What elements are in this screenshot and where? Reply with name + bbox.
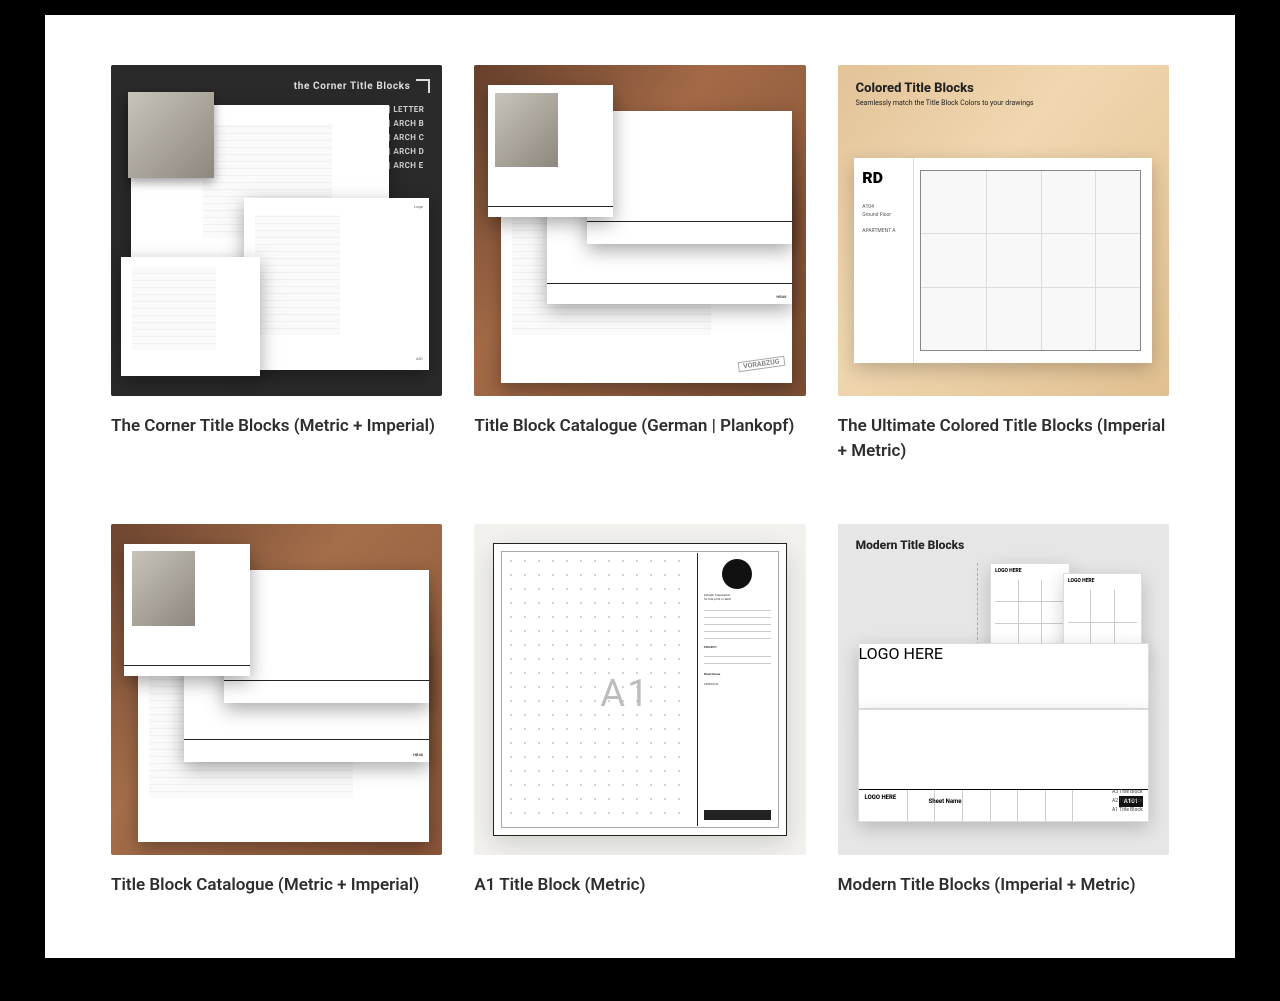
sheet-preview-large: LOGO HERE Sheet Name A101 [858, 709, 1150, 822]
sheet-preview [121, 257, 260, 376]
logo-placeholder-text: LOGO HERE [859, 644, 943, 663]
sheet-preview: RD A104 Ground Floor APARTMENT A [854, 158, 1152, 363]
section-label: APPROVAL [704, 682, 771, 686]
sheet-preview-mid: LOGO HERE [858, 643, 1150, 709]
product-thumbnail[interactable]: PLACE YOUR LOGO HERE HB48 [111, 524, 442, 855]
product-grid-page: the Corner Title Blocks A4 | LETTER A3 |… [45, 15, 1235, 958]
product-grid: the Corner Title Blocks A4 | LETTER A3 |… [111, 65, 1169, 898]
logo-placeholder-text: LOGO HERE [1064, 574, 1142, 588]
legend-item: A1 Title Block [1112, 806, 1143, 815]
logo-placeholder-text: LOGO HERE [865, 794, 897, 801]
overlay-heading: the Corner Title Blocks [294, 79, 431, 93]
sheet-preview [124, 544, 250, 677]
logo-placeholder-text: LOGO HERE [991, 564, 1069, 578]
overlay-heading: Colored Title Blocks Seamlessly match th… [856, 81, 1034, 107]
overlay-heading: Modern Title Blocks [856, 538, 965, 552]
sheet-preview: A1 InDepth Preparationfor that print or … [494, 544, 786, 836]
product-title[interactable]: Title Block Catalogue (German | Plankopf… [474, 414, 805, 439]
product-title[interactable]: Title Block Catalogue (Metric + Imperial… [111, 873, 442, 898]
paper-size-label: A1 [600, 672, 650, 716]
product-card[interactable]: Modern Title Blocks LOGO HERE LOGO HERE … [838, 524, 1169, 898]
product-card[interactable]: the Corner Title Blocks A4 | LETTER A3 |… [111, 65, 442, 464]
product-card[interactable]: A1 InDepth Preparationfor that print or … [474, 524, 805, 898]
product-title[interactable]: Modern Title Blocks (Imperial + Metric) [838, 873, 1169, 898]
product-thumbnail[interactable]: VORABZUG HB48 [474, 65, 805, 396]
section-label: PROJECT [704, 645, 771, 649]
sheet-preview-small: LOGO HERE [990, 563, 1070, 649]
watermark-stamp: VORABZUG [737, 356, 785, 372]
badge-label: RD [862, 168, 905, 187]
side-text: A104 [862, 203, 905, 211]
product-title[interactable]: A1 Title Block (Metric) [474, 873, 805, 898]
legend-list: A3 Title Block A2 Title Block A1 Title B… [1112, 788, 1143, 815]
legend-item: A3 Title Block [1112, 788, 1143, 797]
product-thumbnail[interactable]: Modern Title Blocks LOGO HERE LOGO HERE … [838, 524, 1169, 855]
product-thumbnail[interactable]: A1 InDepth Preparationfor that print or … [474, 524, 805, 855]
sheet-preview [587, 111, 792, 244]
product-title[interactable]: The Corner Title Blocks (Metric + Imperi… [111, 414, 442, 439]
legend-item: A2 Title Block [1112, 797, 1143, 806]
product-card[interactable]: PLACE YOUR LOGO HERE HB48 Title Block Ca… [111, 524, 442, 898]
sheet-preview [224, 570, 429, 703]
product-title[interactable]: The Ultimate Colored Title Blocks (Imper… [838, 414, 1169, 463]
product-thumbnail[interactable]: Colored Title Blocks Seamlessly match th… [838, 65, 1169, 396]
sheet-preview [488, 85, 614, 218]
overlay-heading-text: Colored Title Blocks [856, 81, 1034, 96]
sheet-preview: Logo A01 [244, 198, 430, 370]
titleblock-strip: InDepth Preparationfor that print or Rev… [697, 553, 777, 827]
logo-circle-icon [722, 559, 752, 589]
sheet-name-label: Sheet Name [929, 798, 962, 805]
side-text: APARTMENT A [862, 227, 905, 235]
product-card[interactable]: Colored Title Blocks Seamlessly match th… [838, 65, 1169, 464]
product-thumbnail[interactable]: the Corner Title Blocks A4 | LETTER A3 |… [111, 65, 442, 396]
product-card[interactable]: VORABZUG HB48 Title Block Catalogue (Ger… [474, 65, 805, 464]
side-text: Ground Floor [862, 211, 905, 219]
overlay-subheading: Seamlessly match the Title Block Colors … [856, 99, 1034, 107]
section-label: Sheet Name [704, 672, 771, 676]
overlay-heading-text: the Corner Title Blocks [294, 81, 411, 92]
